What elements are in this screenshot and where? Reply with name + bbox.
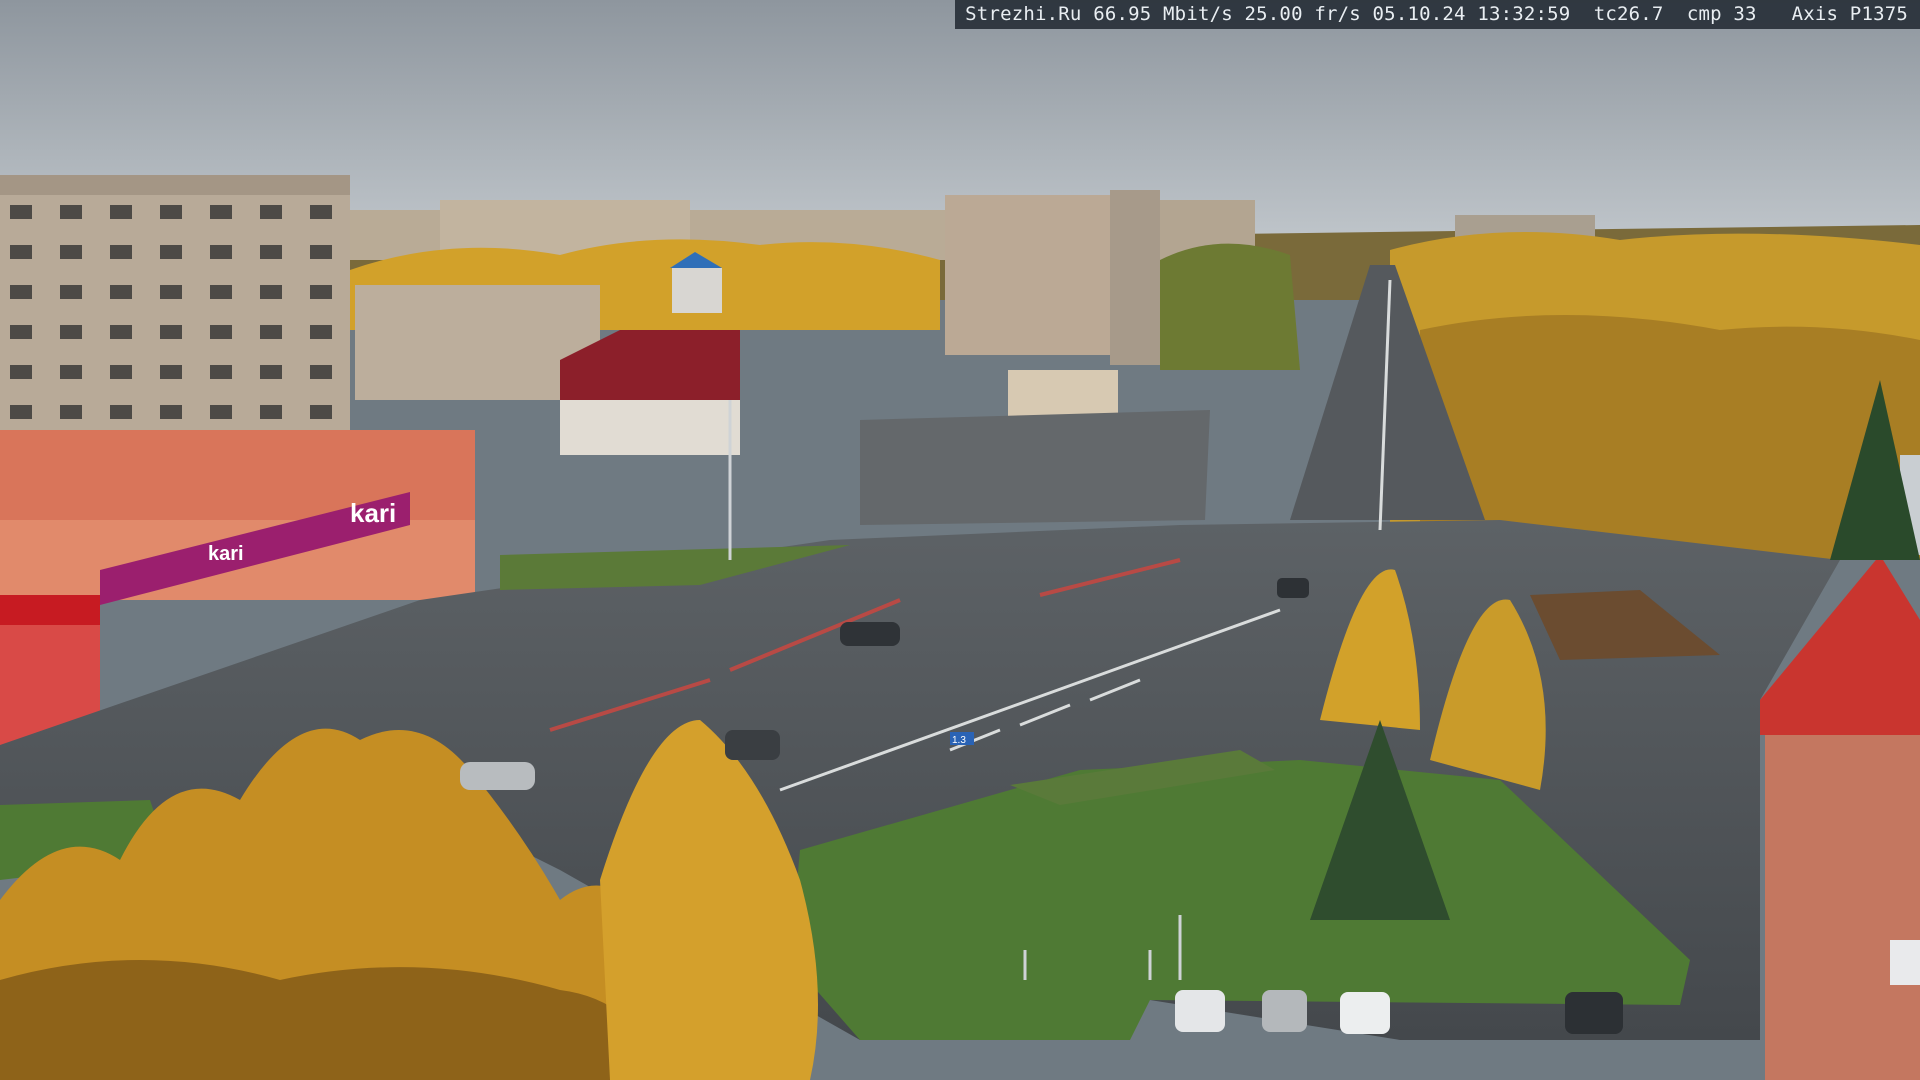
car-dark-plaza <box>840 622 900 646</box>
overlay-tc: tc26.7 <box>1593 3 1664 25</box>
overlay-site: Strezhi.Ru <box>965 3 1082 25</box>
blue-tower <box>672 268 722 313</box>
car-silver-left <box>460 762 535 790</box>
car-dark-road <box>1277 578 1309 598</box>
overlay-bitrate: 66.95 Mbit/s <box>1093 3 1233 25</box>
red-roof-house <box>560 330 740 455</box>
road-sign-text: 1.3 <box>952 735 966 746</box>
car-silver-2 <box>1262 990 1307 1032</box>
overlay-camera-model: Axis P1375 <box>1791 3 1908 25</box>
car-white-3 <box>1340 992 1390 1034</box>
overlay-cmp: cmp 33 <box>1686 3 1757 25</box>
overlay-time: 13:32:59 <box>1477 3 1571 25</box>
car-dark-4 <box>1565 992 1623 1034</box>
overlay-framerate: 25.00 fr/s <box>1244 3 1361 25</box>
car-dark-center <box>725 730 780 760</box>
small-beige-building <box>1008 370 1118 420</box>
upper-parking-lot <box>860 410 1210 525</box>
webcam-scene: kari kari 1.3 <box>0 0 1920 1080</box>
overlay-date: 05.10.24 <box>1372 3 1466 25</box>
car-white-1 <box>1175 990 1225 1032</box>
center-green-trees <box>1160 243 1300 370</box>
camera-info-overlay: Strezhi.Ru 66.95 Mbit/s 25.00 fr/s 05.10… <box>955 0 1920 29</box>
kari-sign-lower: kari <box>208 543 244 565</box>
kari-sign-upper: kari <box>350 498 396 528</box>
